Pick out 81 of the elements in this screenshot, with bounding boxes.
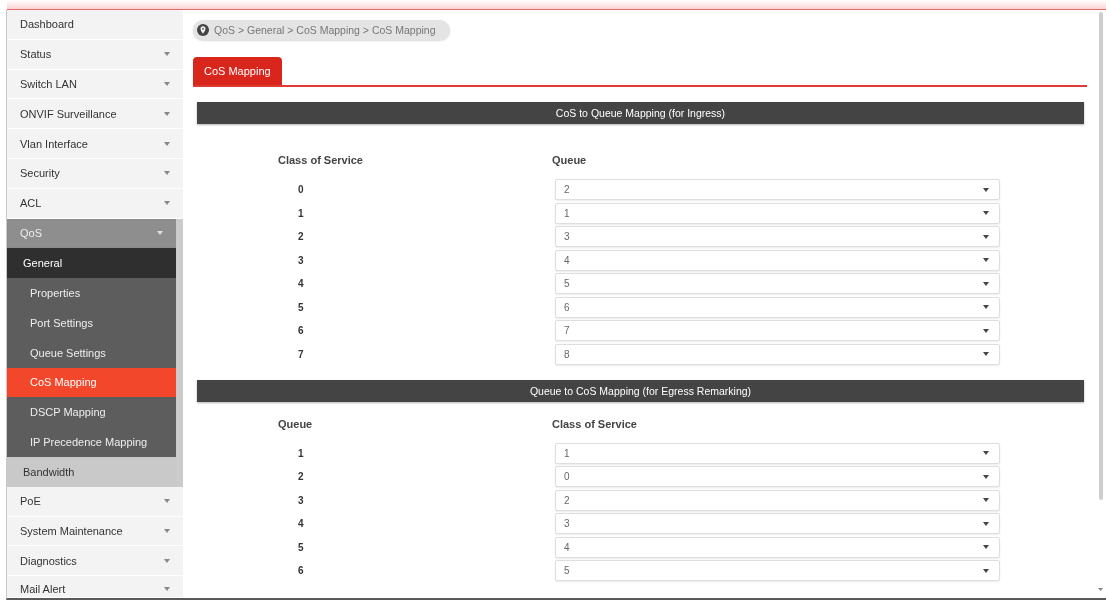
- column-header: Class of Service: [277, 153, 364, 168]
- sidebar-item[interactable]: Security: [7, 159, 183, 189]
- section-header: Queue to CoS Mapping (for Egress Remarking): [197, 379, 1084, 402]
- row-label: 7: [298, 348, 304, 360]
- row-label: 0: [298, 184, 304, 195]
- caret-icon: [983, 258, 989, 262]
- scrollbar-thumb[interactable]: [1098, 12, 1103, 500]
- sidebar-item[interactable]: ONVIF Surveillance: [7, 99, 183, 130]
- row-label: 2: [298, 231, 304, 242]
- caret-icon: [983, 498, 989, 502]
- sidebar-item[interactable]: Switch LAN: [7, 69, 183, 100]
- breadcrumb-text: QoS > General > CoS Mapping > CoS Mapping: [214, 24, 436, 36]
- column-header: Queue: [552, 153, 588, 168]
- caret-icon: [164, 558, 170, 563]
- location-pin-icon: [197, 24, 209, 36]
- sidebar-item[interactable]: ACL: [7, 188, 183, 219]
- section-header: CoS to Queue Mapping (for Ingress): [197, 102, 1084, 124]
- caret-icon: [983, 451, 989, 455]
- dropdown-select[interactable]: 0: [555, 466, 1000, 487]
- caret-icon: [164, 499, 170, 504]
- caret-icon: [983, 328, 989, 333]
- caret-icon: [983, 352, 989, 356]
- caret-icon: [164, 52, 170, 57]
- row-label: 3: [298, 254, 304, 266]
- row-label: 4: [298, 518, 304, 529]
- caret-icon: [157, 230, 163, 235]
- row-label: 5: [298, 541, 304, 553]
- row-label: 3: [298, 494, 304, 506]
- sidebar-item[interactable]: Dashboard: [7, 10, 183, 40]
- sidebar-item[interactable]: IP Precedence Mapping: [7, 427, 176, 457]
- sidebar-item[interactable]: Queue Settings: [7, 337, 176, 368]
- sidebar-item[interactable]: Port Settings: [7, 307, 176, 338]
- row-label: 6: [298, 325, 304, 336]
- caret-icon: [164, 141, 170, 146]
- row-label: 4: [298, 278, 304, 289]
- caret-icon: [164, 528, 170, 533]
- caret-icon: [983, 474, 989, 479]
- caret-icon: [983, 211, 989, 215]
- caret-icon: [983, 305, 989, 309]
- caret-icon: [983, 234, 989, 239]
- sidebar-item[interactable]: Status: [7, 39, 183, 70]
- dropdown-select[interactable]: 4: [555, 249, 1000, 271]
- row-label: 1: [298, 207, 304, 219]
- dropdown-select[interactable]: 2: [555, 489, 1000, 511]
- caret-icon: [164, 171, 170, 176]
- sidebar-item[interactable]: Diagnostics: [7, 546, 183, 577]
- row-label: 1: [298, 447, 304, 459]
- caret-icon: [983, 545, 989, 549]
- row-label: 6: [298, 565, 304, 576]
- caret-icon: [983, 521, 989, 526]
- dropdown-select[interactable]: 4: [555, 536, 1000, 558]
- column-header: Class of Service: [552, 416, 638, 432]
- sidebar-item[interactable]: PoE: [7, 486, 183, 517]
- tab[interactable]: CoS Mapping: [193, 57, 282, 85]
- caret-icon: [164, 201, 170, 206]
- dropdown-select[interactable]: 5: [555, 560, 1000, 581]
- dropdown-select[interactable]: 1: [555, 442, 1000, 464]
- dropdown-select[interactable]: 8: [555, 343, 1000, 365]
- caret-icon: [164, 586, 170, 591]
- sidebar-item[interactable]: System Maintenance: [7, 516, 183, 547]
- dropdown-select[interactable]: 3: [555, 513, 1000, 534]
- caret-icon: [164, 111, 170, 116]
- dropdown-select[interactable]: 7: [555, 320, 1000, 341]
- scroll-down-arrow-icon[interactable]: [1098, 588, 1103, 591]
- sidebar-item[interactable]: CoS Mapping: [7, 367, 176, 398]
- row-label: 2: [298, 471, 304, 482]
- dropdown-select[interactable]: 5: [555, 273, 1000, 294]
- dropdown-select[interactable]: 6: [555, 296, 1000, 318]
- sidebar-item[interactable]: Properties: [7, 278, 176, 308]
- sidebar-item[interactable]: General: [7, 248, 176, 279]
- sidebar-item[interactable]: DSCP Mapping: [7, 397, 176, 428]
- dropdown-select[interactable]: 2: [555, 179, 1000, 200]
- caret-icon: [983, 568, 989, 573]
- row-label: 5: [298, 301, 304, 313]
- dropdown-select[interactable]: 1: [555, 202, 1000, 224]
- caret-icon: [164, 82, 170, 86]
- sidebar-item[interactable]: Vlan Interface: [7, 129, 183, 159]
- dropdown-select[interactable]: 3: [555, 226, 1000, 247]
- caret-icon: [983, 281, 989, 286]
- sidebar-item[interactable]: Mail Alert: [7, 576, 183, 598]
- caret-icon: [983, 187, 989, 192]
